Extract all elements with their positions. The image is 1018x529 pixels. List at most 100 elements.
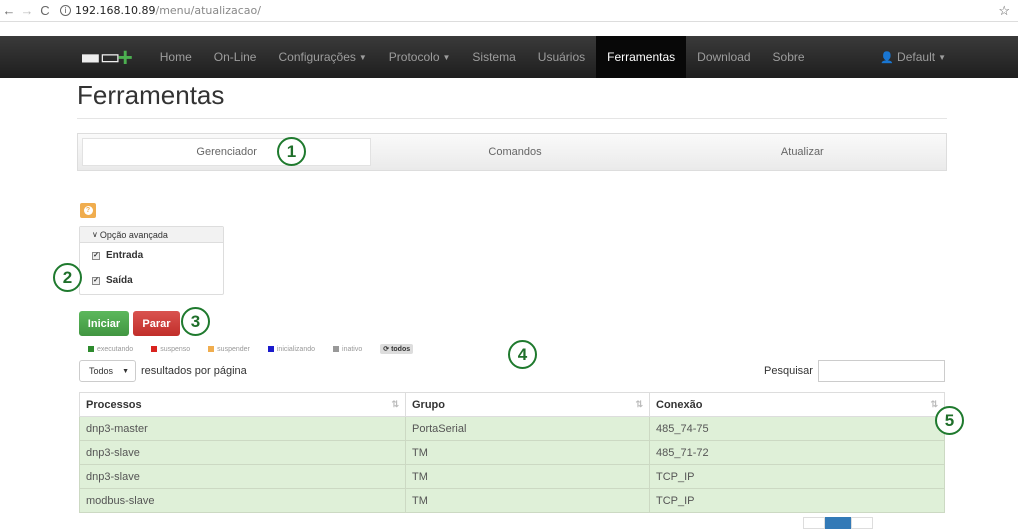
pagination-current-page[interactable]: [825, 517, 851, 529]
legend-todos[interactable]: ⟳ todos: [380, 344, 414, 354]
cell-processo: modbus-slave: [79, 488, 406, 513]
legend-label: executando: [97, 345, 134, 353]
nav-ferramentas[interactable]: Ferramentas: [596, 36, 687, 78]
page-size-select[interactable]: Todos ▼: [79, 360, 136, 382]
reload-icon[interactable]: C: [36, 3, 54, 18]
nav-online[interactable]: On-Line: [203, 36, 268, 78]
entrada-option: ✓ Entrada: [80, 243, 223, 268]
saida-label: Saída: [106, 275, 133, 286]
nav-sobre-label: Sobre: [772, 50, 805, 64]
nav-home[interactable]: Home: [149, 36, 203, 78]
legend-todos-label: todos: [391, 345, 411, 353]
caret-down-icon: ▼: [442, 52, 451, 62]
nav-home-label: Home: [159, 50, 192, 64]
nav-sistema[interactable]: Sistema: [461, 36, 526, 78]
cell-grupo: TM: [405, 488, 650, 513]
nav-online-label: On-Line: [213, 50, 257, 64]
legend-inicializando[interactable]: inicializando: [267, 345, 316, 353]
nav-download[interactable]: Download: [686, 36, 761, 78]
tab-gerenciador-label: Gerenciador: [196, 146, 257, 158]
pagination-previous[interactable]: [803, 517, 825, 529]
table-row[interactable]: dnp3-master PortaSerial 485_74-75: [79, 416, 945, 441]
tab-comandos[interactable]: Comandos: [371, 134, 658, 170]
forward-icon[interactable]: →: [18, 3, 36, 18]
table-row[interactable]: dnp3-slave TM 485_71-72: [79, 440, 945, 465]
search-input[interactable]: [817, 360, 945, 382]
status-legend: executando suspenso suspender inicializa…: [88, 344, 414, 354]
sort-icon: ⇅: [635, 399, 643, 409]
bookmark-star-icon[interactable]: ☆: [998, 3, 1010, 19]
cell-grupo: TM: [405, 440, 650, 465]
tab-atualizar-label: Atualizar: [780, 146, 824, 158]
page-title: Ferramentas: [77, 80, 225, 110]
legend-label: inicializando: [276, 345, 316, 353]
nav-usuarios[interactable]: Usuários: [527, 36, 596, 78]
cell-processo: dnp3-master: [79, 416, 406, 441]
nav-configuracoes[interactable]: Configurações ▼: [267, 36, 377, 78]
caret-down-icon: ▼: [938, 52, 946, 62]
caret-down-icon: ▼: [358, 52, 367, 62]
legend-label: inativo: [342, 345, 363, 353]
tab-bar: Gerenciador Comandos Atualizar: [77, 133, 947, 171]
nav-sobre[interactable]: Sobre: [762, 36, 816, 78]
back-icon[interactable]: ←: [0, 3, 18, 18]
column-header-conexao[interactable]: Conexão ⇅: [649, 392, 945, 417]
question-icon: ?: [83, 206, 93, 215]
cell-conexao: TCP_IP: [649, 464, 945, 489]
start-button[interactable]: Iniciar: [79, 311, 129, 336]
entrada-checkbox[interactable]: ✓: [92, 251, 100, 260]
legend-swatch: [151, 346, 158, 352]
table-row[interactable]: dnp3-slave TM TCP_IP: [79, 464, 945, 489]
tab-atualizar[interactable]: Atualizar: [659, 134, 946, 170]
toolbar-gap: [0, 22, 1018, 36]
legend-label: suspender: [217, 345, 250, 353]
callout-3: 3: [181, 307, 210, 336]
callout-4: 4: [508, 340, 537, 369]
pagination: [803, 517, 873, 529]
pagination-next[interactable]: [851, 517, 873, 529]
url-path: /menu/atualizacao/: [155, 4, 261, 17]
tab-gerenciador[interactable]: Gerenciador: [82, 138, 372, 166]
legend-inativo[interactable]: inativo: [333, 346, 362, 353]
nav-protocolo[interactable]: Protocolo ▼: [378, 36, 462, 78]
cell-conexao: TCP_IP: [649, 488, 945, 513]
sort-icon: ⇅: [930, 399, 938, 409]
nav-protocolo-label: Protocolo: [388, 50, 440, 64]
table-header-row: Processos ⇅ Grupo ⇅ Conexão ⇅: [79, 392, 945, 417]
user-icon: 👤: [880, 51, 895, 64]
column-header-processos[interactable]: Processos ⇅: [79, 392, 406, 417]
legend-suspender[interactable]: suspender: [208, 346, 250, 353]
nav-download-label: Download: [697, 50, 751, 64]
column-header-label: Conexão: [656, 398, 703, 411]
advanced-options-panel: ∨ Opção avançada ✓ Entrada ✓ Saída: [79, 226, 224, 295]
advanced-options-label: Opção avançada: [99, 229, 168, 240]
advanced-options-toggle[interactable]: ∨ Opção avançada: [80, 227, 223, 243]
nav-sistema-label: Sistema: [472, 50, 516, 64]
brand-logo[interactable]: ▬▭ +: [80, 42, 133, 73]
nav-usuarios-label: Usuários: [537, 50, 586, 64]
nav-configuracoes-label: Configurações: [278, 50, 356, 64]
help-button[interactable]: ?: [80, 203, 96, 218]
nav-ferramentas-label: Ferramentas: [607, 50, 676, 64]
legend-swatch: [208, 346, 215, 352]
processes-table: Processos ⇅ Grupo ⇅ Conexão ⇅ dnp3-master P…: [79, 392, 945, 513]
cell-grupo: TM: [405, 464, 650, 489]
table-row[interactable]: modbus-slave TM TCP_IP: [79, 488, 945, 513]
legend-executando[interactable]: executando: [88, 346, 133, 353]
search-label: Pesquisar: [764, 365, 813, 377]
page-size-control: Todos ▼ resultados por página: [79, 360, 247, 382]
info-icon[interactable]: i: [60, 5, 71, 16]
logo-icon: ▬▭: [80, 44, 121, 70]
saida-option: ✓ Saída: [80, 268, 223, 293]
address-bar[interactable]: i 192.168.10.89/menu/atualizacao/: [60, 4, 261, 17]
cell-grupo: PortaSerial: [405, 416, 650, 441]
user-menu[interactable]: 👤 Default ▼: [880, 36, 946, 78]
cell-processo: dnp3-slave: [79, 464, 406, 489]
callout-1: 1: [277, 137, 306, 166]
dropdown-arrow-icon: ▼: [122, 367, 129, 375]
column-header-grupo[interactable]: Grupo ⇅: [405, 392, 650, 417]
sort-icon: ⇅: [391, 399, 399, 409]
legend-suspenso[interactable]: suspenso: [151, 346, 190, 353]
saida-checkbox[interactable]: ✓: [92, 276, 100, 285]
stop-button[interactable]: Parar: [133, 311, 180, 336]
